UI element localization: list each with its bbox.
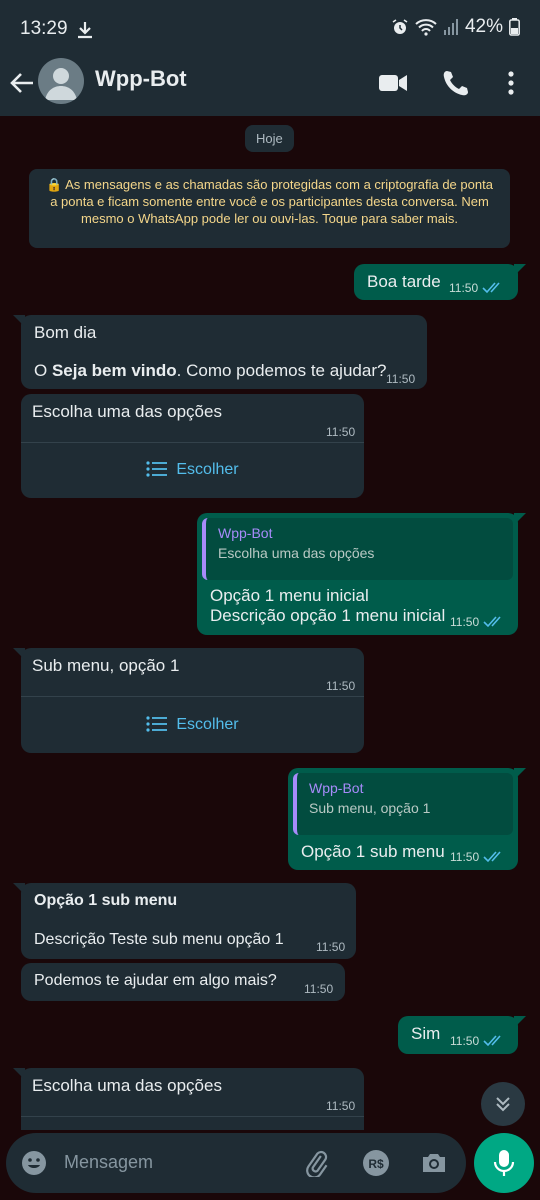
list-message[interactable]: Escolha uma das opções 11:50 — [13, 1068, 364, 1130]
read-ticks-icon — [483, 616, 501, 628]
list-message[interactable]: Escolha uma das opções 11:50 Escolher — [21, 394, 364, 498]
message-time: 11:50 — [386, 372, 416, 386]
message-text: Sub menu, opção 1 — [32, 656, 180, 675]
incoming-message[interactable]: Opção 1 sub menu Descrição Teste sub men… — [13, 883, 356, 959]
list-icon — [146, 716, 168, 732]
battery-percent: 42% — [464, 16, 503, 37]
scroll-to-bottom-button[interactable] — [481, 1082, 525, 1126]
double-chevron-down-icon — [496, 1097, 510, 1112]
bubble-tail — [13, 648, 25, 660]
outgoing-message[interactable]: Sim 11:50 — [398, 1016, 526, 1054]
message-time: 11:50 — [450, 1034, 480, 1048]
attach-icon[interactable] — [302, 1149, 330, 1177]
list-message[interactable]: Sub menu, opção 1 11:50 Escolher — [13, 648, 364, 753]
emoji-icon[interactable] — [20, 1149, 48, 1177]
message-text: Bom dia — [34, 323, 97, 342]
message-text: Podemos te ajudar em algo mais? — [34, 972, 277, 989]
signal-icon — [443, 19, 458, 35]
default-avatar-icon — [45, 68, 77, 100]
chat-title[interactable]: Wpp-Bot — [95, 66, 187, 92]
message-text: Sim — [411, 1024, 441, 1043]
message-time: 11:50 — [304, 982, 334, 996]
chat-header: Wpp-Bot — [0, 56, 540, 116]
message-text: Escolha uma das opções — [32, 402, 222, 421]
svg-text:R$: R$ — [368, 1157, 384, 1171]
payment-icon[interactable]: R$ — [362, 1149, 390, 1177]
incoming-message[interactable]: Podemos te ajudar em algo mais? 11:50 — [21, 963, 345, 1001]
message-time: 11:50 — [450, 615, 480, 629]
bubble-tail — [13, 883, 25, 895]
quoted-message[interactable]: Wpp-Bot Sub menu, opção 1 — [293, 773, 513, 835]
message-list[interactable]: Hoje 🔒 As mensagens e as chamadas são pr… — [0, 116, 540, 1130]
message-time: 11:50 — [326, 425, 356, 439]
message-time: 11:50 — [450, 850, 480, 864]
message-text: Boa tarde — [367, 272, 441, 291]
incoming-message[interactable]: Bom dia O Seja bem vindo. Como podemos t… — [13, 315, 427, 389]
message-time: 11:50 — [326, 1099, 356, 1113]
encryption-notice[interactable]: 🔒 As mensagens e as chamadas são protegi… — [29, 169, 510, 248]
bubble-tail — [514, 1016, 526, 1028]
read-ticks-icon — [483, 851, 501, 863]
read-ticks-icon — [482, 282, 500, 294]
outgoing-reply-message[interactable]: Wpp-Bot Sub menu, opção 1 Opção 1 sub me… — [288, 768, 526, 870]
date-pill: Hoje — [245, 125, 294, 152]
microphone-icon — [493, 1150, 515, 1176]
bubble-tail — [514, 264, 526, 276]
choose-button[interactable]: Escolher — [21, 461, 364, 479]
video-call-icon[interactable] — [378, 68, 408, 98]
status-time: 13:29 — [20, 18, 68, 39]
message-input[interactable]: Mensagem — [64, 1152, 153, 1173]
message-text: Descrição Teste sub menu opção 1 — [34, 931, 284, 948]
message-text: Descrição opção 1 menu inicial — [210, 606, 446, 625]
outgoing-message[interactable]: Boa tarde 11:50 — [354, 264, 526, 300]
bubble-tail — [13, 315, 25, 327]
quoted-message[interactable]: Wpp-Bot Escolha uma das opções — [202, 518, 513, 580]
back-arrow-icon[interactable] — [8, 69, 36, 97]
quoted-text: Sub menu, opção 1 — [309, 800, 431, 816]
message-text: Opção 1 sub menu — [301, 842, 445, 861]
download-icon — [78, 22, 92, 39]
message-composer: Mensagem R$ — [6, 1133, 466, 1193]
list-icon — [146, 461, 168, 477]
voice-call-icon[interactable] — [441, 68, 471, 98]
avatar[interactable] — [38, 58, 84, 104]
message-time: 11:50 — [449, 281, 479, 295]
message-time: 11:50 — [326, 679, 356, 693]
voice-message-button[interactable] — [474, 1133, 534, 1193]
status-bar: 13:29 42% — [0, 0, 540, 56]
message-title: Opção 1 sub menu — [34, 892, 178, 909]
message-text: Opção 1 menu inicial — [210, 586, 369, 605]
bubble-tail — [514, 513, 526, 525]
choose-button[interactable]: Escolher — [21, 716, 364, 734]
message-time: 11:50 — [316, 940, 346, 954]
camera-icon[interactable] — [420, 1149, 448, 1177]
bubble-tail — [514, 768, 526, 780]
read-ticks-icon — [483, 1035, 501, 1047]
message-text: O Seja bem vindo. Como podemos te ajudar… — [34, 361, 387, 380]
quoted-author: Wpp-Bot — [309, 780, 364, 796]
wifi-icon — [415, 19, 437, 36]
alarm-icon — [392, 19, 408, 34]
quoted-text: Escolha uma das opções — [218, 545, 375, 561]
outgoing-reply-message[interactable]: Wpp-Bot Escolha uma das opções Opção 1 m… — [197, 513, 526, 635]
bubble-tail — [13, 1068, 25, 1080]
message-text: Escolha uma das opções — [32, 1076, 222, 1095]
quoted-author: Wpp-Bot — [218, 525, 273, 541]
more-options-icon[interactable] — [496, 68, 526, 98]
battery-icon — [509, 18, 520, 36]
